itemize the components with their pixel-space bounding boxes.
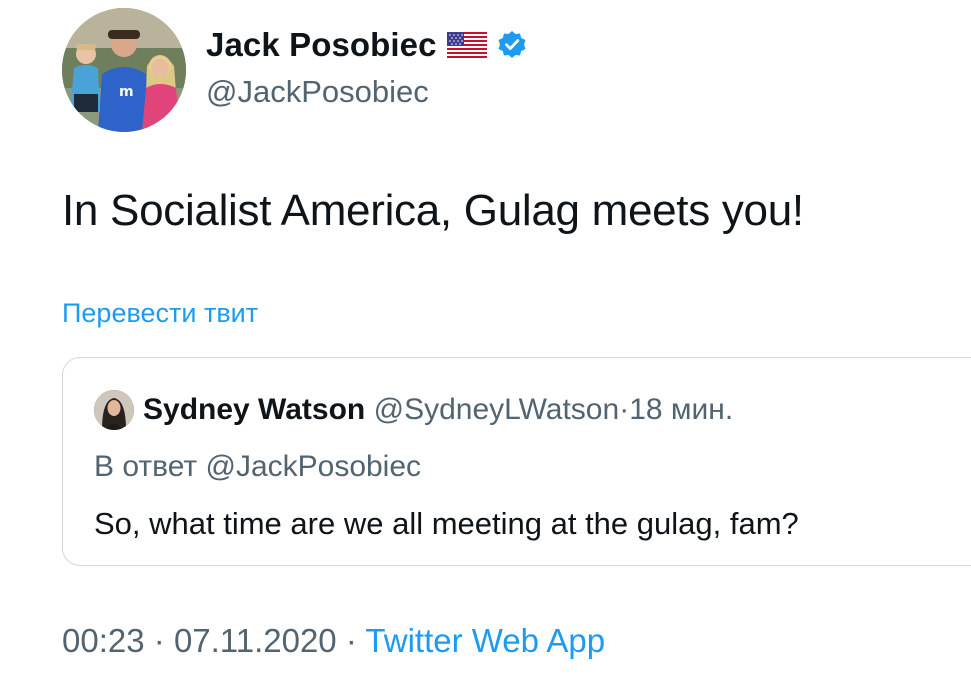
quoted-tweet-card[interactable]: Sydney Watson @SydneyLWatson·18 мин. В о… [62,357,971,566]
author-handle[interactable]: @JackPosobiec [206,74,429,110]
tweet-date[interactable]: 07.11.2020 [174,622,337,659]
translate-tweet-link[interactable]: Перевести твит [62,298,258,329]
separator-dot: · [345,622,357,659]
quoted-author-avatar-image [94,390,134,430]
reply-prefix: В ответ [94,450,198,483]
quoted-author-avatar[interactable] [94,390,134,430]
quoted-tweet-header: Sydney Watson @SydneyLWatson·18 мин. [143,393,733,427]
tweet-metadata: 00:23 · 07.11.2020 · Twitter Web App [62,622,605,660]
verified-badge-icon [498,31,526,58]
svg-text:m: m [119,84,134,100]
quoted-author-name[interactable]: Sydney Watson [143,393,365,426]
separator-dot: · [619,393,630,426]
tweet: m Jack Posobiec @JackPosobiec In Sociali… [0,0,971,690]
quoted-tweet-text: So, what time are we all meeting at the … [94,506,799,541]
tweet-text: In Socialist America, Gulag meets you! [62,186,804,235]
author-name-row: Jack Posobiec [206,26,527,64]
quoted-reply-context: В ответ @JackPosobiec [94,450,421,484]
author-avatar-image: m [62,8,186,132]
us-flag-icon [446,32,487,58]
quoted-author-handle[interactable]: @SydneyLWatson [374,393,620,426]
reply-mention-link[interactable]: @JackPosobiec [205,450,421,483]
quoted-tweet-time: 18 мин. [629,393,734,426]
separator-dot: · [153,622,165,659]
author-avatar[interactable]: m [62,8,186,132]
author-name[interactable]: Jack Posobiec [206,26,437,64]
tweet-time[interactable]: 00:23 [62,622,145,659]
tweet-source-link[interactable]: Twitter Web App [365,622,605,659]
